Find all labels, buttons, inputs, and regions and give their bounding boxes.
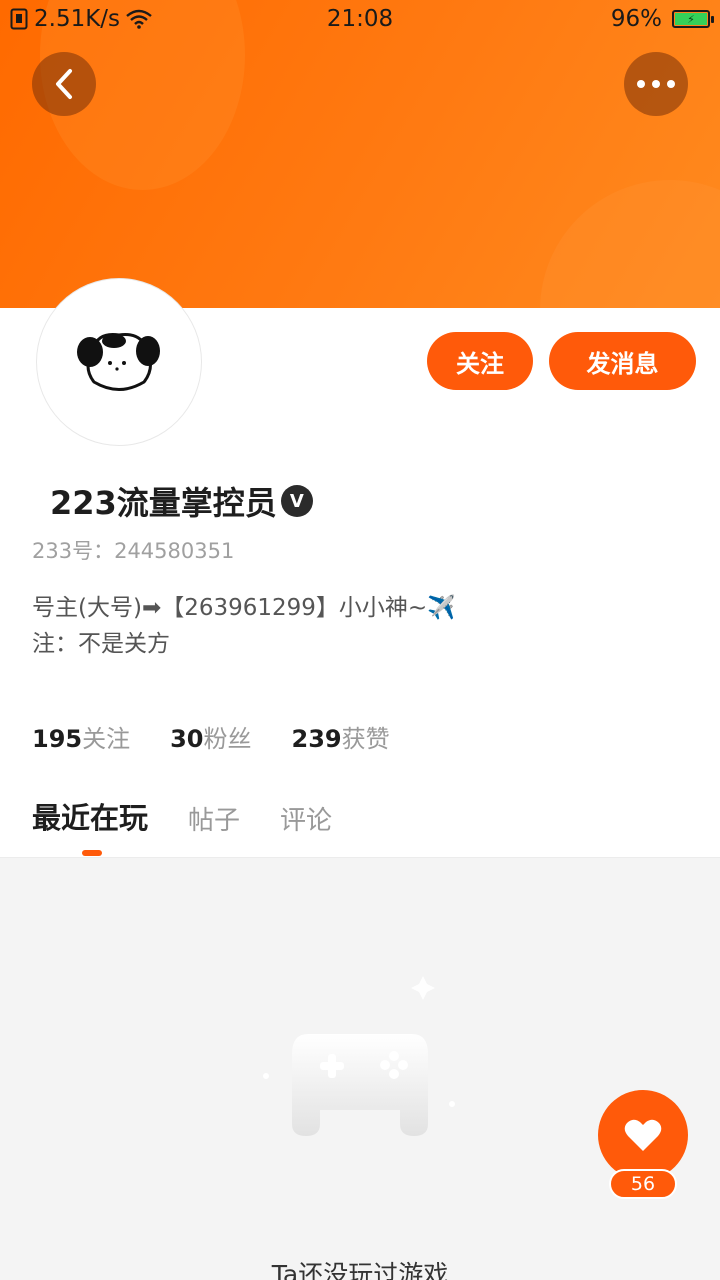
- follow-button[interactable]: 关注: [427, 332, 533, 390]
- profile-tabs: 最近在玩 帖子 评论: [32, 795, 332, 837]
- user-id: 233号：244580351: [32, 539, 235, 563]
- username: 223流量掌控员: [50, 484, 277, 522]
- send-message-button[interactable]: 发消息: [549, 332, 696, 390]
- more-horizontal-icon: [637, 80, 675, 88]
- banner-decoration: [540, 180, 720, 308]
- empty-state-text: Ta还没玩过游戏: [271, 1260, 449, 1280]
- profile-stats: 195关注 30粉丝 239获赞: [32, 719, 390, 754]
- back-button[interactable]: [32, 52, 96, 116]
- tab-recently-played[interactable]: 最近在玩: [32, 795, 148, 837]
- stat-fans[interactable]: 30粉丝: [170, 719, 251, 754]
- verified-badge-icon: V: [280, 485, 313, 517]
- stat-following[interactable]: 195关注: [32, 719, 130, 754]
- more-button[interactable]: [624, 52, 688, 116]
- stat-likes[interactable]: 239获赞: [292, 719, 390, 754]
- battery-icon: ⚡: [672, 10, 714, 28]
- stat-value: 239: [291, 725, 342, 753]
- like-button[interactable]: [598, 1090, 688, 1180]
- status-bar: 2.51K/s 21:08 96% ⚡: [0, 0, 720, 38]
- stat-label: 关注: [82, 725, 131, 753]
- panda-avatar-image: [77, 333, 160, 391]
- like-count-badge: 56: [609, 1169, 677, 1199]
- status-right: 96% ⚡: [610, 6, 714, 32]
- heart-icon: [624, 1119, 662, 1151]
- username-row: 223流量掌控员 V: [50, 478, 313, 524]
- stat-value: 195: [32, 725, 83, 753]
- avatar[interactable]: [36, 278, 202, 446]
- stat-value: 30: [170, 725, 204, 753]
- gamepad-icon: [263, 976, 455, 1136]
- stat-label: 粉丝: [203, 725, 252, 753]
- tab-posts[interactable]: 帖子: [188, 800, 240, 837]
- profile-banner: [0, 0, 720, 308]
- bio-line: 号主(大号)➡【263961299】小小神~✈️: [32, 595, 456, 621]
- chevron-left-icon: [56, 69, 72, 99]
- profile-page: 2.51K/s 21:08 96% ⚡ 关注 发消息 223流量掌控员 V 23…: [0, 0, 720, 1280]
- tab-comments[interactable]: 评论: [280, 800, 332, 837]
- active-tab-indicator: [82, 850, 102, 856]
- bio-line: 注：不是关方: [32, 631, 170, 657]
- stat-label: 获赞: [341, 725, 390, 753]
- user-bio: 号主(大号)➡【263961299】小小神~✈️ 注：不是关方: [32, 590, 456, 662]
- battery-percent: 96%: [610, 6, 662, 32]
